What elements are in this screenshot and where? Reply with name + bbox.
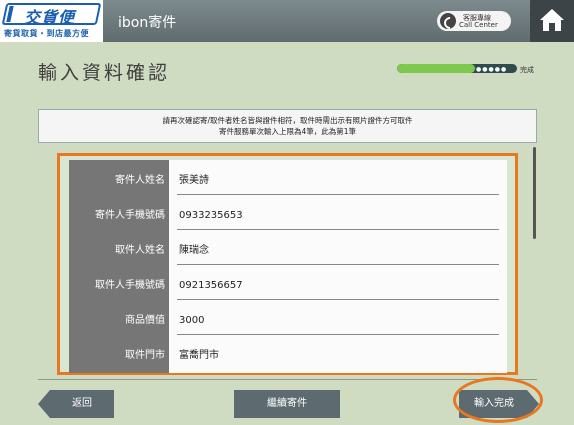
row-item-value: 商品價值 3000 bbox=[69, 303, 507, 338]
pickup-store-value: 富喬門市 bbox=[179, 350, 219, 361]
item-value-value: 3000 bbox=[179, 315, 205, 326]
sender-name-value: 張美詩 bbox=[179, 175, 209, 186]
phone-icon bbox=[440, 13, 456, 29]
back-button-label: 返回 bbox=[72, 398, 92, 409]
item-value-label: 商品價值 bbox=[125, 315, 165, 326]
recipient-phone-label: 取件人手機號碼 bbox=[95, 280, 165, 291]
pickup-store-label: 取件門市 bbox=[125, 350, 165, 361]
notice-line-1: 請再次確認寄/取件者姓名皆與證件相符，取件時需出示有照片證件方可取件 bbox=[162, 116, 413, 125]
row-sender-name: 寄件人姓名 張美詩 bbox=[69, 163, 507, 198]
home-button[interactable] bbox=[530, 0, 574, 42]
divider bbox=[177, 264, 499, 265]
sender-name-label: 寄件人姓名 bbox=[115, 175, 165, 186]
continue-shipping-button[interactable]: 繼續寄件 bbox=[234, 390, 340, 418]
row-sender-phone: 寄件人手機號碼 0933235653 bbox=[69, 198, 507, 233]
sender-phone-value: 0933235653 bbox=[179, 210, 243, 221]
call-center-sublabel: Call Center bbox=[459, 21, 498, 29]
divider bbox=[177, 194, 499, 195]
notice-box: 請再次確認寄/取件者姓名皆與證件相符，取件時需出示有照片證件方可取件 寄件服務單… bbox=[38, 109, 537, 143]
sender-phone-label: 寄件人手機號碼 bbox=[95, 210, 165, 221]
row-recipient-name: 取件人姓名 陳瑞念 bbox=[69, 233, 507, 268]
notice-line-2: 寄件服務單次輸入上限為4筆，此為第1筆 bbox=[218, 127, 357, 136]
page-title: 輸入資料確認 bbox=[38, 62, 171, 84]
app-title: ibon寄件 bbox=[118, 15, 177, 31]
progress-dots: ●●●●● bbox=[476, 66, 508, 73]
home-icon bbox=[540, 9, 564, 31]
divider bbox=[177, 229, 499, 230]
progress-label: 完成 bbox=[520, 66, 534, 74]
logo: 交貨便 寄貨取貨・到店最方便 bbox=[0, 0, 103, 42]
continue-shipping-label: 繼續寄件 bbox=[267, 398, 307, 409]
footer-divider bbox=[38, 379, 537, 380]
finish-input-label: 輸入完成 bbox=[474, 398, 514, 409]
logo-subtitle: 寄貨取貨・到店最方便 bbox=[4, 29, 89, 38]
recipient-phone-value: 0921356657 bbox=[179, 280, 243, 291]
progress-fill bbox=[397, 64, 475, 73]
finish-input-button[interactable]: 輸入完成 bbox=[459, 390, 539, 418]
call-center-button[interactable]: 客服專線 Call Center bbox=[437, 11, 511, 31]
form-table: 寄件人姓名 張美詩 寄件人手機號碼 0933235653 取件人姓名 陳瑞念 取… bbox=[69, 160, 507, 373]
confirmation-form: 寄件人姓名 張美詩 寄件人手機號碼 0933235653 取件人姓名 陳瑞念 取… bbox=[57, 153, 518, 375]
back-button[interactable]: 返回 bbox=[38, 390, 114, 418]
recipient-name-label: 取件人姓名 bbox=[115, 245, 165, 256]
divider bbox=[177, 299, 499, 300]
top-bar: 交貨便 寄貨取貨・到店最方便 ibon寄件 客服專線 Call Center bbox=[0, 0, 574, 42]
logo-title: 交貨便 bbox=[24, 8, 76, 27]
recipient-name-value: 陳瑞念 bbox=[179, 245, 209, 256]
row-pickup-store: 取件門市 富喬門市 bbox=[69, 338, 507, 373]
row-recipient-phone: 取件人手機號碼 0921356657 bbox=[69, 268, 507, 303]
divider bbox=[177, 334, 499, 335]
scrollbar[interactable] bbox=[533, 147, 536, 239]
